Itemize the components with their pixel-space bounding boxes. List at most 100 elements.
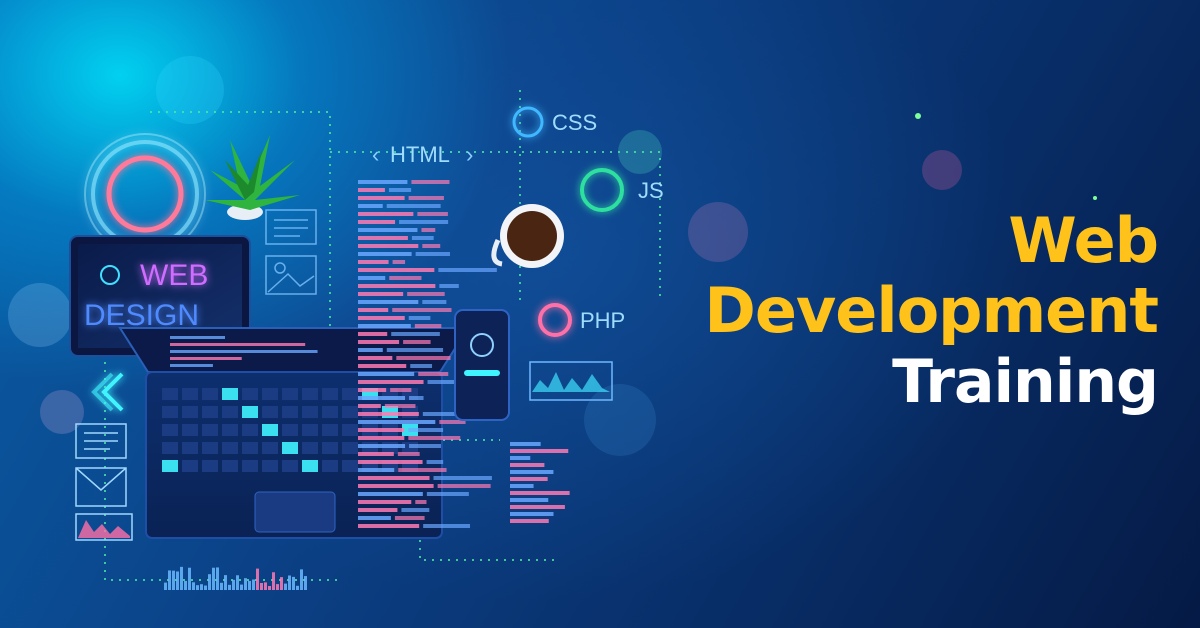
keyboard-key <box>322 460 338 472</box>
coffee-cup-icon <box>491 204 564 268</box>
js-label: JS <box>638 178 664 203</box>
keyboard-key <box>322 424 338 436</box>
code-line <box>170 336 226 339</box>
code-line <box>510 484 534 488</box>
code-line <box>415 252 450 256</box>
code-line <box>391 332 440 336</box>
code-line <box>170 350 318 353</box>
code-line <box>510 463 545 467</box>
code-line <box>422 300 447 304</box>
code-line <box>358 220 396 224</box>
code-line <box>358 204 383 208</box>
code-line <box>358 356 393 360</box>
html-chevron-right: › <box>466 142 473 167</box>
keyboard-key <box>162 424 178 436</box>
code-line <box>358 412 419 416</box>
trackpad <box>254 491 336 533</box>
code-line <box>426 492 469 496</box>
code-line <box>510 449 569 453</box>
code-line <box>411 236 434 240</box>
keyboard-key <box>182 424 198 436</box>
keyboard-key <box>202 460 218 472</box>
code-line <box>397 452 420 456</box>
keyboard-key <box>182 442 198 454</box>
bokeh-circle <box>156 56 224 124</box>
equalizer-bar <box>252 579 255 590</box>
keyboard-key <box>282 406 298 418</box>
code-line <box>398 468 447 472</box>
code-line <box>389 276 422 280</box>
keyboard-key <box>262 460 278 472</box>
code-line <box>408 436 461 440</box>
keyboard-key <box>262 388 278 400</box>
html-label: HTML <box>390 142 450 167</box>
html-chevron-left: ‹ <box>372 142 379 167</box>
code-line <box>438 268 497 272</box>
keyboard-key <box>322 406 338 418</box>
keyboard-key <box>242 388 258 400</box>
php-ring-icon <box>538 303 572 337</box>
code-line <box>358 444 406 448</box>
code-line <box>421 228 436 232</box>
code-line <box>408 196 444 200</box>
equalizer-bar <box>200 584 203 590</box>
code-line <box>439 284 459 288</box>
code-line <box>358 188 385 192</box>
code-line <box>170 343 306 346</box>
keyboard-key <box>182 460 198 472</box>
equalizer-bar <box>168 570 171 590</box>
equalizer-bar <box>192 582 195 590</box>
keyboard-key <box>222 460 238 472</box>
equalizer-bar <box>196 585 199 590</box>
headline-line-3: Training <box>892 347 1159 417</box>
equalizer-bar <box>272 572 275 590</box>
keyboard-key <box>202 388 218 400</box>
equalizer-icon <box>164 566 307 590</box>
keyboard-key <box>242 406 258 418</box>
code-line <box>423 524 471 528</box>
code-line <box>358 484 434 488</box>
code-line <box>384 404 416 408</box>
equalizer-bar <box>244 578 247 590</box>
equalizer-bar <box>232 579 235 590</box>
equalizer-bar <box>216 567 219 590</box>
keyboard-key <box>242 424 258 436</box>
code-line <box>415 500 427 504</box>
equalizer-bar <box>240 584 243 590</box>
code-line <box>414 324 442 328</box>
keyboard-key <box>282 442 298 454</box>
plant-icon <box>205 135 300 220</box>
code-line <box>386 348 444 352</box>
code-line <box>358 476 430 480</box>
equalizer-bar <box>224 575 227 590</box>
keyboard-key <box>202 442 218 454</box>
code-line <box>392 260 406 264</box>
keyboard-key <box>182 388 198 400</box>
code-line <box>403 340 431 344</box>
equalizer-bar <box>176 571 179 590</box>
code-line <box>408 316 431 320</box>
code-line <box>358 348 383 352</box>
css-ring-icon <box>512 106 544 138</box>
keyboard-key <box>302 424 318 436</box>
code-line <box>396 356 451 360</box>
equalizer-bar <box>164 582 167 590</box>
equalizer-bar <box>296 585 299 590</box>
keyboard-key <box>342 406 358 418</box>
code-line <box>358 460 423 464</box>
equalizer-bar <box>220 582 223 590</box>
keyboard-key <box>342 442 358 454</box>
code-column-right <box>510 442 570 523</box>
keyboard-key <box>282 424 298 436</box>
code-line <box>510 477 548 481</box>
css-label: CSS <box>552 110 597 135</box>
code-line <box>426 460 444 464</box>
chart-icon <box>75 513 133 541</box>
code-line <box>418 372 449 376</box>
code-line <box>358 388 387 392</box>
image-icon <box>265 255 317 295</box>
keyboard-key <box>302 406 318 418</box>
keyboard-key <box>302 442 318 454</box>
chevron-left-icon <box>91 372 124 412</box>
tablet-text-web: WEB <box>140 259 208 292</box>
